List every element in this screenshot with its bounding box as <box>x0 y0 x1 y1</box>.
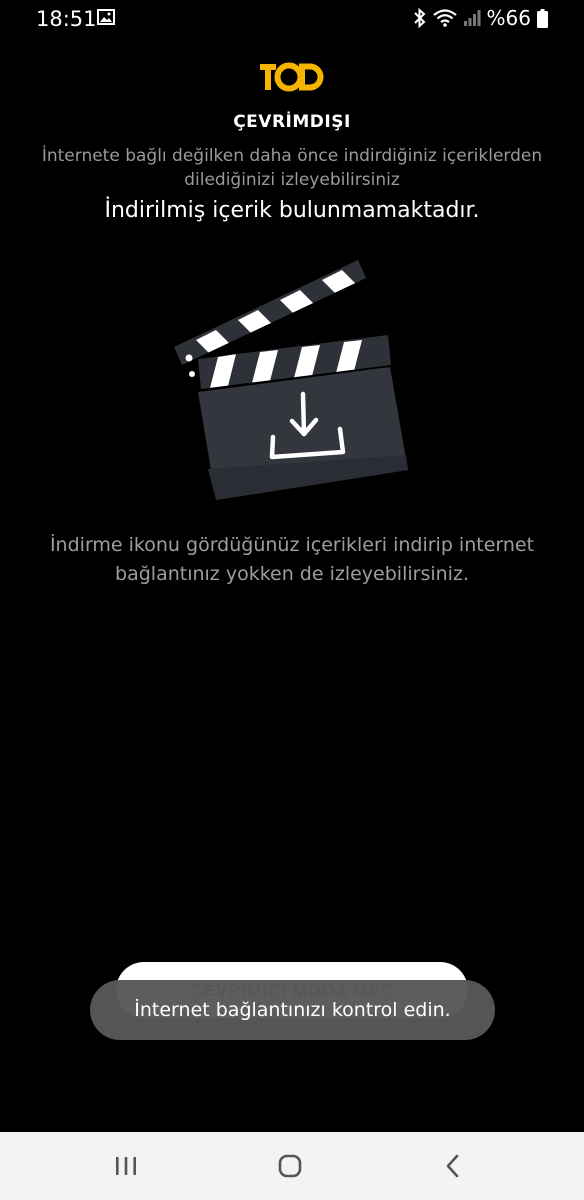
wifi-icon <box>432 9 457 27</box>
page-title: ÇEVRİMDIŞI <box>233 112 351 132</box>
back-button[interactable] <box>413 1132 493 1200</box>
gallery-icon <box>97 9 115 25</box>
bluetooth-icon <box>413 8 426 28</box>
signal-icon <box>463 10 481 26</box>
recents-icon <box>116 1157 136 1175</box>
battery-percentage: %66 <box>486 6 531 30</box>
back-icon <box>446 1154 459 1178</box>
download-hint: İndirme ikonu gördüğünüz içerikleri indi… <box>49 534 535 585</box>
tod-logo <box>260 62 324 92</box>
status-time: 18:51 <box>36 7 97 31</box>
clapperboard-download-icon <box>174 260 408 500</box>
system-nav-bar <box>0 1132 584 1200</box>
connection-toast: İnternet bağlantınızı kontrol edin. <box>90 980 495 1040</box>
home-button[interactable] <box>250 1132 330 1200</box>
home-icon <box>278 1154 302 1178</box>
page-subtitle: İnternete bağlı değilken daha önce indir… <box>41 146 543 190</box>
recents-button[interactable] <box>86 1132 166 1200</box>
status-bar: 18:51 %66 <box>0 0 584 36</box>
toast-message: İnternet bağlantınızı kontrol edin. <box>134 999 451 1021</box>
empty-state-message: İndirilmiş içerik bulunmamaktadır. <box>104 198 480 223</box>
battery-icon <box>537 8 548 28</box>
